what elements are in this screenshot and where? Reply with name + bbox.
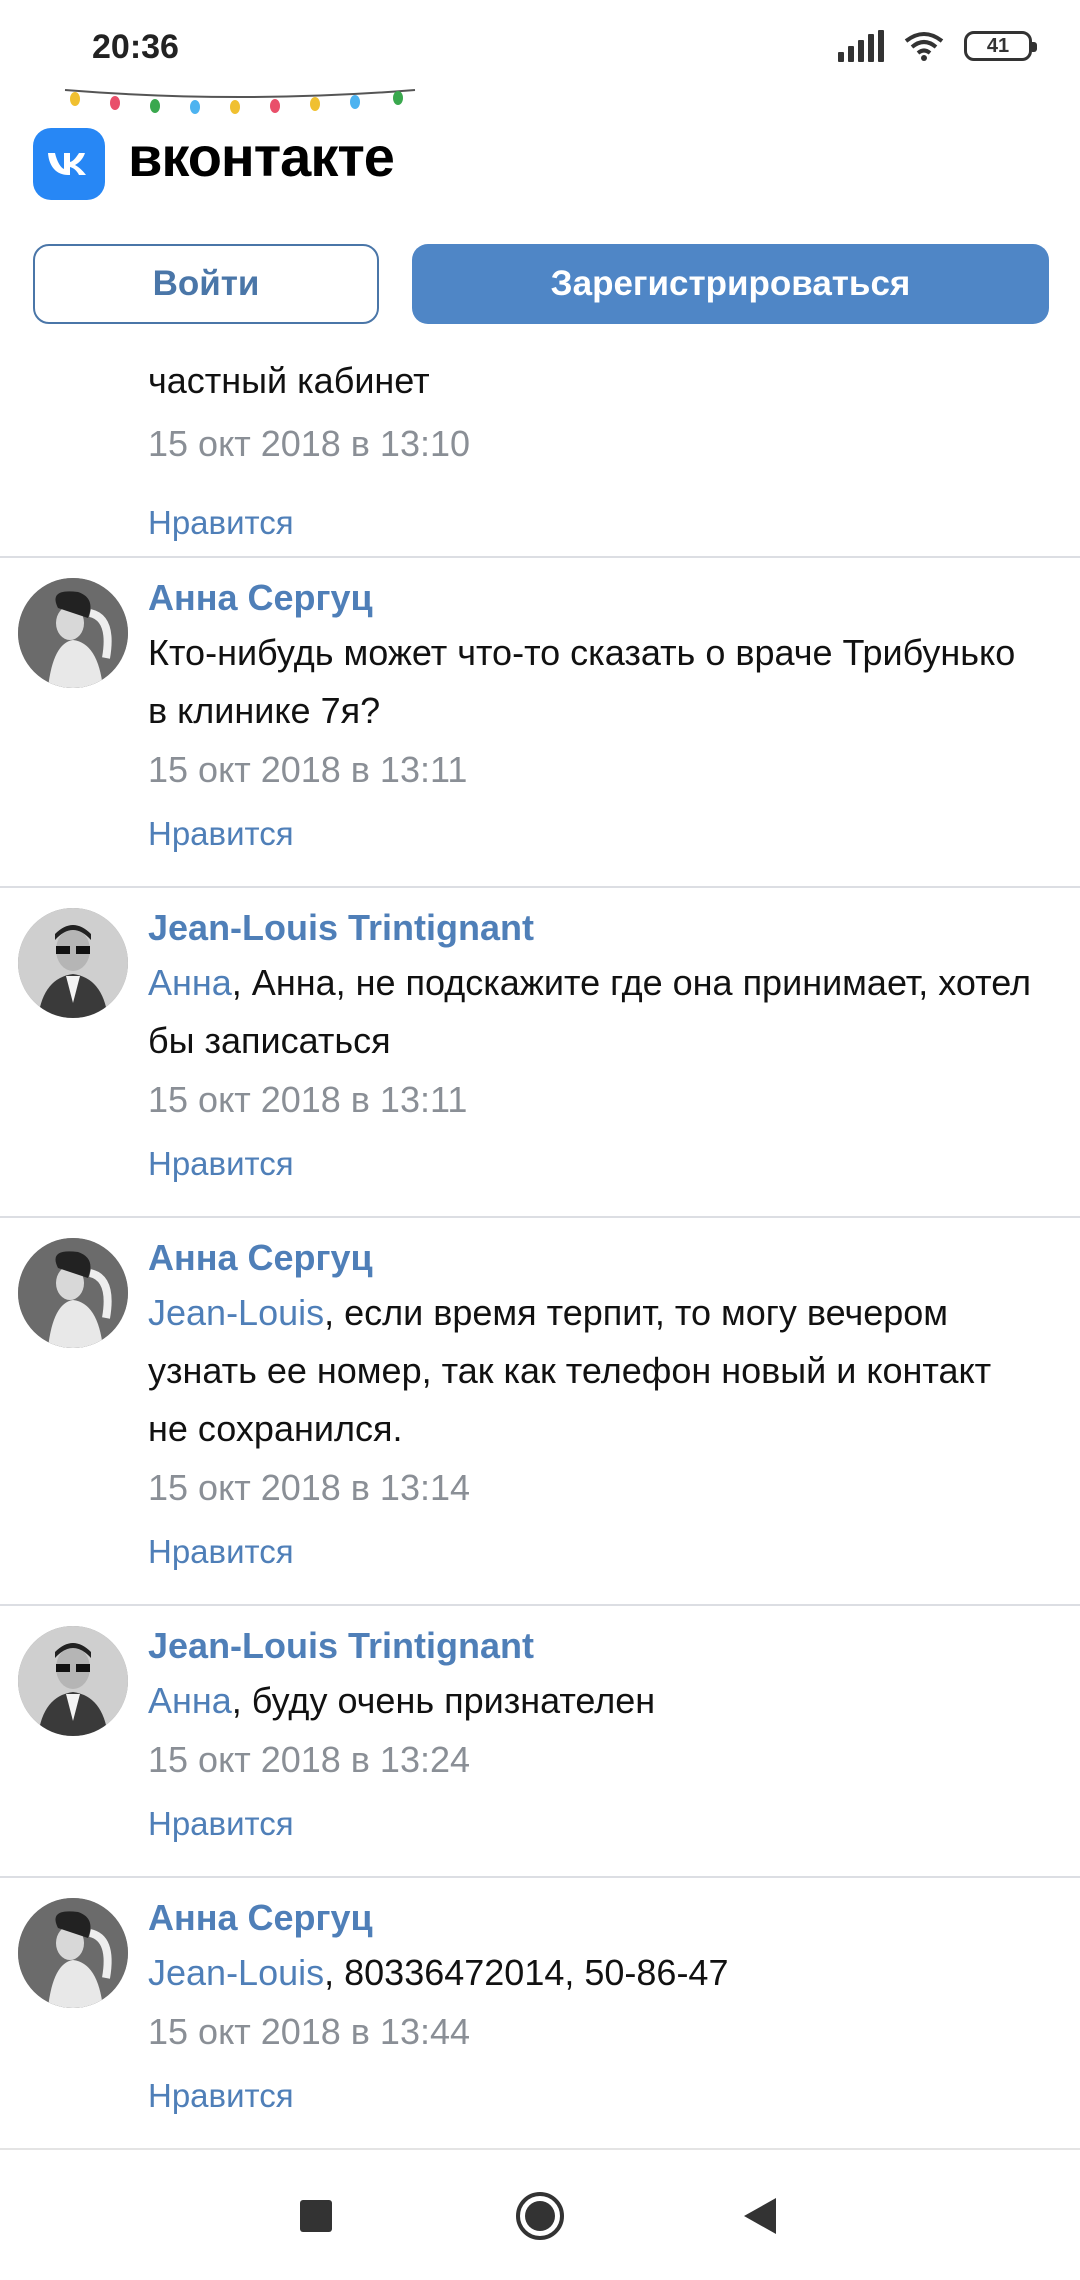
back-triangle-icon	[744, 2198, 776, 2234]
comment-text: Анна, буду очень признателен	[148, 1672, 1040, 1730]
home-circle-icon	[516, 2192, 564, 2240]
comment-author[interactable]: Анна Сергуц	[148, 1892, 1040, 1944]
comment-author[interactable]: Анна Сергуц	[148, 1232, 1040, 1284]
like-button[interactable]: Нравится	[148, 812, 1040, 856]
man-avatar-icon	[18, 1626, 128, 1736]
mention-link[interactable]: Анна	[148, 962, 232, 1003]
comment: Анна Сергуц Кто-нибудь может что-то сказ…	[0, 558, 1080, 888]
like-button[interactable]: Нравится	[148, 2074, 1040, 2118]
comment-text: Jean-Louis, если время терпит, то могу в…	[148, 1284, 1040, 1458]
comment: Jean-Louis Trintignant Анна, буду очень …	[0, 1606, 1080, 1878]
comment-text: Кто-нибудь может что-то сказать о враче …	[148, 624, 1040, 740]
comment-author[interactable]: Jean-Louis Trintignant	[148, 1620, 1040, 1672]
comment-date[interactable]: 15 окт 2018 в 13:24	[148, 1732, 1040, 1788]
like-button[interactable]: Нравится	[148, 1142, 1040, 1186]
avatar[interactable]	[18, 1238, 128, 1348]
square-icon	[300, 2200, 332, 2232]
status-bar: 20:36 41	[0, 0, 1080, 90]
battery-icon: 41	[964, 31, 1037, 61]
comment-body: , Анна, не подскажите где она принимает,…	[148, 962, 1032, 1061]
comment-text: частный кабинет	[148, 360, 430, 401]
comment-date[interactable]: 15 окт 2018 в 13:11	[148, 742, 1040, 798]
signal-icon	[838, 30, 884, 62]
status-icons: 41	[838, 30, 1037, 62]
comment-text: Анна, Анна, не подскажите где она приним…	[148, 954, 1040, 1070]
comment-body: Кто-нибудь может что-то сказать о враче …	[148, 632, 1016, 731]
like-button[interactable]: Нравится	[148, 1802, 1040, 1846]
comment: Jean-Louis Trintignant Анна, Анна, не по…	[0, 888, 1080, 1218]
brand-name: вконтакте	[128, 125, 395, 188]
mention-link[interactable]: Jean-Louis	[148, 1292, 324, 1333]
comment-body: , буду очень признателен	[231, 1680, 656, 1721]
recents-button[interactable]	[256, 2150, 376, 2280]
wifi-icon	[904, 32, 944, 61]
comment-author[interactable]: Jean-Louis Trintignant	[148, 902, 1040, 954]
screen: 20:36 41 вконтакте Войти Зарегистрироват…	[0, 0, 1080, 2280]
login-button[interactable]: Войти	[33, 244, 379, 324]
woman-avatar-icon	[18, 1898, 128, 2008]
mention-link[interactable]: Jean-Louis	[148, 1952, 324, 1993]
avatar[interactable]	[18, 1898, 128, 2008]
avatar[interactable]	[18, 578, 128, 688]
man-avatar-icon	[18, 908, 128, 1018]
woman-avatar-icon	[18, 1238, 128, 1348]
like-button[interactable]: Нравится	[148, 501, 294, 545]
register-button[interactable]: Зарегистрироваться	[412, 244, 1049, 324]
comment-body: , 80336472014, 50-86-47	[324, 1952, 729, 1993]
comment: Анна Сергуц Jean-Louis, если время терпи…	[0, 1218, 1080, 1606]
comment-author[interactable]: Анна Сергуц	[148, 572, 1040, 624]
avatar[interactable]	[18, 908, 128, 1018]
comment-date[interactable]: 15 окт 2018 в 13:11	[148, 1072, 1040, 1128]
comment-date[interactable]: 15 окт 2018 в 13:44	[148, 2004, 1040, 2060]
garland-decoration	[64, 89, 416, 114]
comment-date[interactable]: 15 окт 2018 в 13:10	[148, 416, 470, 472]
comment: Анна Сергуц Jean-Louis, 80336472014, 50-…	[0, 1878, 1080, 2148]
woman-avatar-icon	[18, 578, 128, 688]
comment-date[interactable]: 15 окт 2018 в 13:14	[148, 1460, 1040, 1516]
avatar[interactable]	[18, 1626, 128, 1736]
vk-logo-icon	[48, 153, 86, 175]
vk-logo[interactable]	[33, 128, 105, 200]
like-button[interactable]: Нравится	[148, 1530, 1040, 1574]
back-button[interactable]	[700, 2150, 820, 2280]
status-time: 20:36	[92, 28, 179, 66]
system-nav-bar	[0, 2148, 1080, 2280]
comment-text: Jean-Louis, 80336472014, 50-86-47	[148, 1944, 1040, 2002]
home-button[interactable]	[480, 2150, 600, 2280]
mention-link[interactable]: Анна	[148, 1680, 232, 1721]
comments-feed[interactable]: частный кабинет 15 окт 2018 в 13:10 Нрав…	[0, 340, 1080, 2148]
comment-partial: частный кабинет 15 окт 2018 в 13:10 Нрав…	[0, 340, 1080, 558]
